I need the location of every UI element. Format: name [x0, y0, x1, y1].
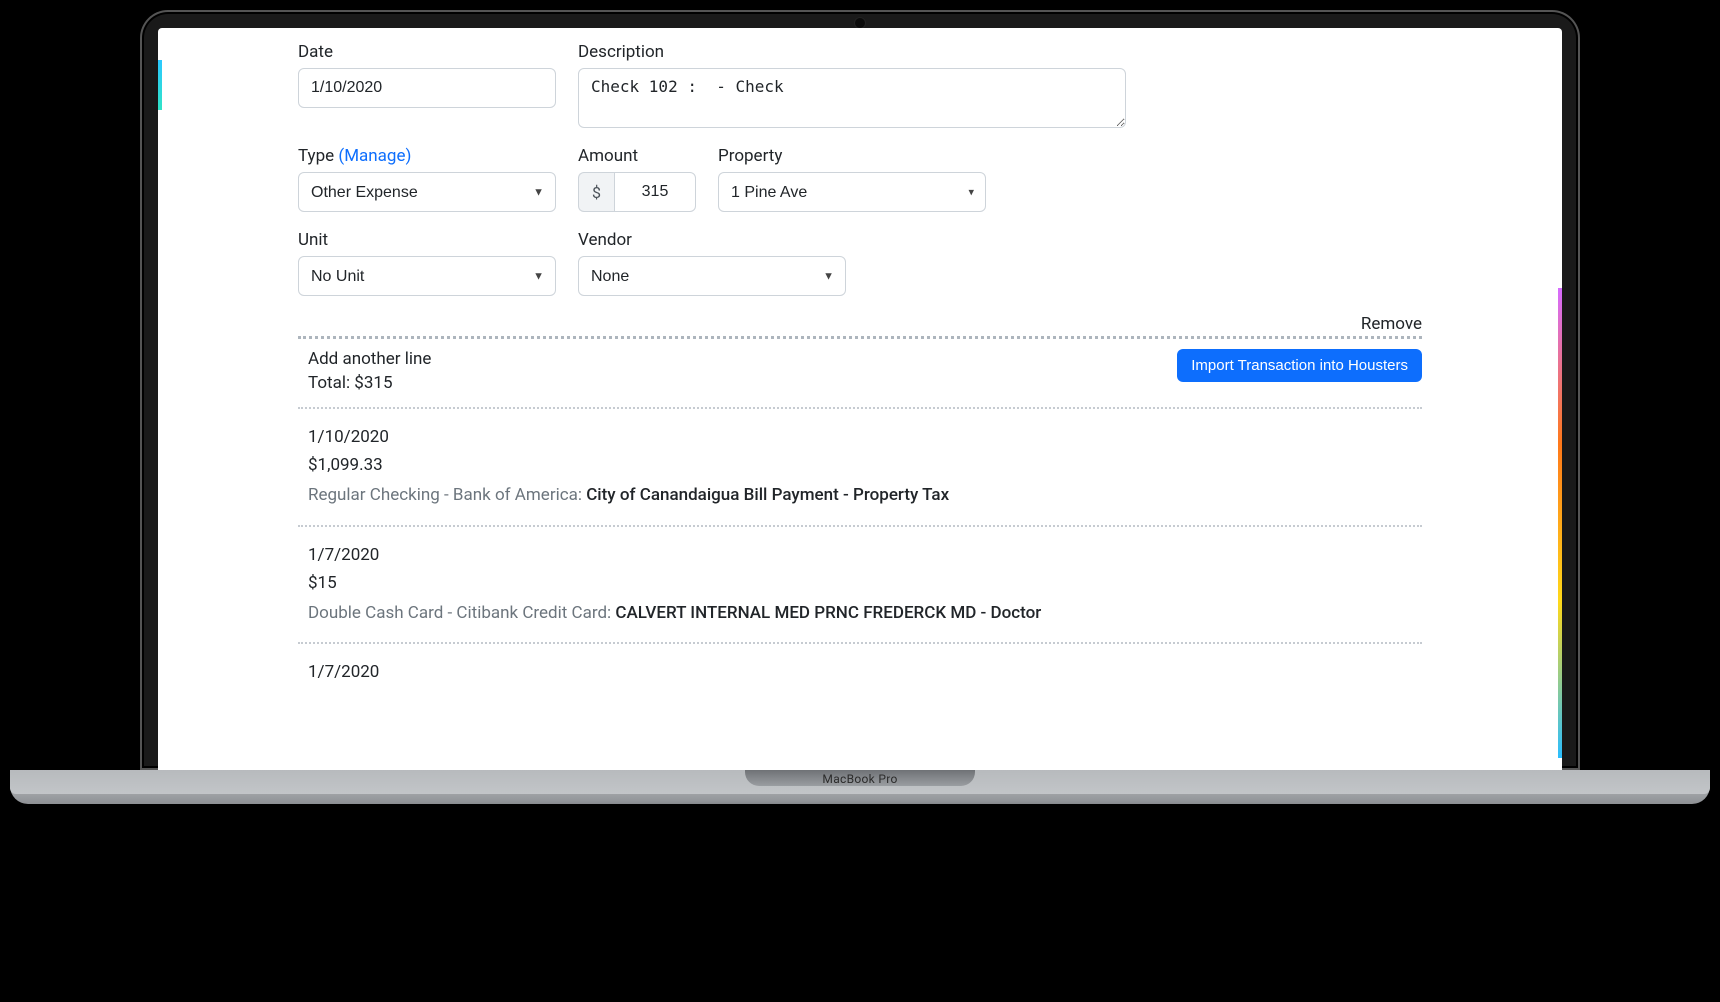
transaction-date: 1/7/2020: [308, 662, 1422, 682]
transaction-line: Double Cash Card - Citibank Credit Card:…: [308, 601, 1422, 627]
property-select-wrap: 1 Pine Ave ▾: [718, 172, 986, 212]
amount-label: Amount: [578, 146, 696, 166]
amount-input[interactable]: [614, 172, 696, 212]
field-amount: Amount $: [578, 146, 696, 212]
type-label-text: Type: [298, 146, 334, 166]
device-frame: Date Description Check 102 : - Check Typ…: [140, 10, 1580, 804]
accent-edge-right: [1558, 288, 1562, 758]
screen-bezel: Date Description Check 102 : - Check Typ…: [140, 10, 1580, 770]
field-type: Type (Manage) Other Expense ▼: [298, 146, 556, 212]
device-base: MacBook Pro: [10, 770, 1710, 804]
screen: Date Description Check 102 : - Check Typ…: [158, 28, 1562, 770]
remove-row: Remove: [298, 314, 1422, 334]
row-type-amount-property: Type (Manage) Other Expense ▼ Amount: [298, 146, 1422, 212]
transaction-form: Date Description Check 102 : - Check Typ…: [158, 28, 1562, 706]
transaction-date: 1/7/2020: [308, 545, 1422, 565]
unit-label: Unit: [298, 230, 556, 250]
amount-group: $: [578, 172, 696, 212]
description-textarea[interactable]: Check 102 : - Check: [578, 68, 1126, 128]
transaction-source: Regular Checking - Bank of America:: [308, 485, 586, 505]
transaction-amount: $1,099.33: [308, 455, 1422, 475]
transaction-line: Regular Checking - Bank of America: City…: [308, 483, 1422, 509]
transaction-item[interactable]: 1/10/2020 $1,099.33 Regular Checking - B…: [298, 409, 1422, 525]
total-text: Total: $315: [308, 373, 431, 393]
field-description: Description Check 102 : - Check: [578, 42, 1126, 128]
currency-prefix: $: [578, 172, 614, 212]
property-select[interactable]: 1 Pine Ave: [718, 172, 986, 212]
type-select-wrap: Other Expense ▼: [298, 172, 556, 212]
type-select[interactable]: Other Expense: [298, 172, 556, 212]
transaction-amount: $15: [308, 573, 1422, 593]
import-button[interactable]: Import Transaction into Housters: [1177, 349, 1422, 382]
date-label: Date: [298, 42, 556, 62]
unit-select[interactable]: No Unit: [298, 256, 556, 296]
property-label: Property: [718, 146, 986, 166]
accent-edge-left: [158, 60, 162, 110]
vendor-label: Vendor: [578, 230, 846, 250]
remove-link[interactable]: Remove: [1361, 314, 1422, 334]
transaction-item[interactable]: 1/7/2020 $15 Double Cash Card - Citibank…: [298, 527, 1422, 643]
field-property: Property 1 Pine Ave ▾: [718, 146, 986, 212]
transaction-source: Double Cash Card - Citibank Credit Card:: [308, 603, 615, 623]
field-unit: Unit No Unit ▼: [298, 230, 556, 296]
description-label: Description: [578, 42, 1126, 62]
vendor-select[interactable]: None: [578, 256, 846, 296]
camera-dot: [855, 18, 865, 28]
transaction-item[interactable]: 1/7/2020: [298, 644, 1422, 706]
field-vendor: Vendor None ▼: [578, 230, 846, 296]
row-unit-vendor: Unit No Unit ▼ Vendor None: [298, 230, 1422, 296]
transaction-desc: CALVERT INTERNAL MED PRNC FREDERCK MD - …: [615, 603, 1041, 623]
device-brand: MacBook Pro: [822, 772, 897, 786]
date-input[interactable]: [298, 68, 556, 108]
transaction-date: 1/10/2020: [308, 427, 1422, 447]
add-total-row: Add another line Total: $315 Import Tran…: [298, 339, 1422, 407]
add-total-left: Add another line Total: $315: [308, 349, 431, 393]
add-line-link[interactable]: Add another line: [308, 349, 431, 369]
type-label: Type (Manage): [298, 146, 556, 166]
field-date: Date: [298, 42, 556, 108]
type-manage-link[interactable]: (Manage): [338, 146, 411, 166]
row-date-description: Date Description Check 102 : - Check: [298, 42, 1422, 128]
vendor-select-wrap: None ▼: [578, 256, 846, 296]
transaction-desc: City of Canandaigua Bill Payment - Prope…: [586, 485, 949, 505]
unit-select-wrap: No Unit ▼: [298, 256, 556, 296]
